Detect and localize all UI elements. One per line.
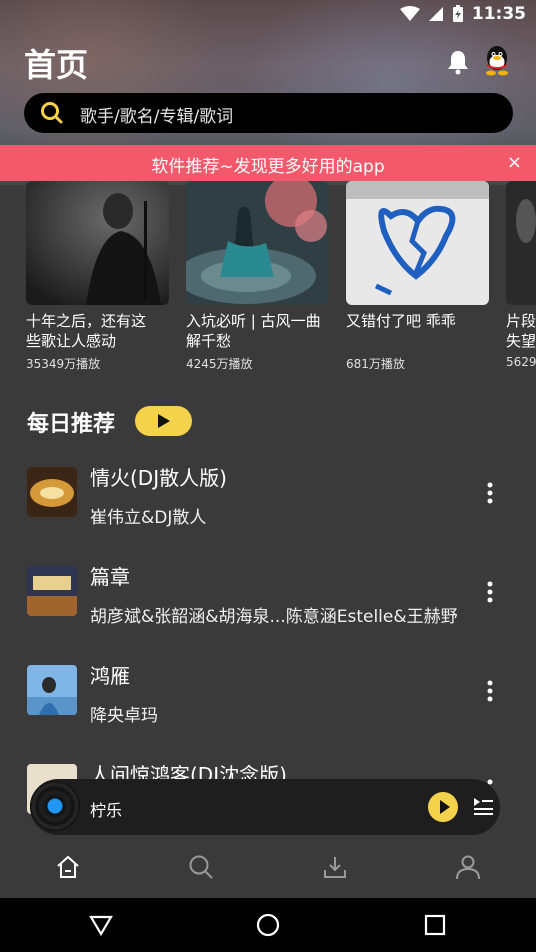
song-artist: 降央卓玛 <box>90 706 158 726</box>
playlist-card[interactable]: 又错付了吧 乖乖 681万播放 <box>346 181 490 371</box>
playlist-title: 片段 失望 <box>506 312 536 350</box>
bottom-tab-bar <box>0 838 536 898</box>
playlist-cover <box>506 181 536 305</box>
status-bar: 11:35 <box>0 0 536 30</box>
bell-icon[interactable] <box>444 48 472 76</box>
playlist-queue-icon[interactable] <box>472 795 494 817</box>
playlist-plays: 681万播放 <box>346 357 405 371</box>
song-row[interactable]: 鸿雁 降央卓玛 <box>0 664 536 760</box>
playlist-cover <box>346 181 489 305</box>
signal-icon <box>428 7 443 21</box>
playlist-card[interactable]: 片段 失望 5629 <box>506 181 536 369</box>
play-all-button[interactable] <box>135 406 192 436</box>
song-artist: 崔伟立&DJ散人 <box>90 508 207 528</box>
search-bar[interactable]: 歌手/歌名/专辑/歌词 <box>24 93 513 133</box>
download-icon[interactable] <box>322 854 348 880</box>
song-name: 篇章 <box>90 565 130 589</box>
search-icon <box>41 102 63 124</box>
daily-section-title: 每日推荐 <box>27 412 116 437</box>
qq-avatar-icon[interactable] <box>482 44 512 76</box>
play-icon <box>440 800 450 814</box>
home-button-icon[interactable] <box>255 912 281 938</box>
play-icon <box>158 414 170 428</box>
song-artist: 胡彦斌&张韶涵&胡海泉...陈意涵Estelle&王赫野 <box>90 607 458 627</box>
playlist-plays: 4245万播放 <box>186 357 253 371</box>
profile-icon[interactable] <box>455 854 481 880</box>
song-cover <box>27 566 77 616</box>
vinyl-disc-icon <box>30 781 80 831</box>
song-cover <box>27 665 77 715</box>
play-button[interactable] <box>428 792 458 822</box>
close-icon[interactable]: × <box>507 152 522 173</box>
banner-text: 软件推荐~发现更多好用的app <box>151 157 385 177</box>
more-options-icon[interactable] <box>482 680 498 702</box>
playlist-cover <box>26 181 169 305</box>
wifi-icon <box>399 6 420 21</box>
player-title: 柠乐 <box>90 801 123 820</box>
playlist-title: 入坑必听 | 古风一曲 解千愁 <box>186 312 321 350</box>
song-name: 情火(DJ散人版) <box>90 466 227 490</box>
playlist-plays: 5629 <box>506 355 536 369</box>
more-options-icon[interactable] <box>482 482 498 504</box>
playlist-title: 又错付了吧 乖乖 <box>346 312 456 330</box>
song-name: 鸿雁 <box>90 664 130 688</box>
mini-player[interactable]: 柠乐 <box>30 779 500 835</box>
battery-icon <box>452 5 463 22</box>
song-row[interactable]: 情火(DJ散人版) 崔伟立&DJ散人 <box>0 466 536 562</box>
song-row[interactable]: 篇章 胡彦斌&张韶涵&胡海泉...陈意涵Estelle&王赫野 <box>0 565 536 661</box>
search-icon[interactable] <box>188 854 214 880</box>
back-icon[interactable] <box>88 912 114 938</box>
song-cover <box>27 467 77 517</box>
promo-banner[interactable]: 软件推荐~发现更多好用的app × <box>0 145 536 181</box>
playlist-cover <box>186 181 329 305</box>
recents-icon[interactable] <box>422 912 448 938</box>
playlist-plays: 35349万播放 <box>26 357 101 371</box>
playlist-card[interactable]: 入坑必听 | 古风一曲 解千愁 4245万播放 <box>186 181 330 371</box>
playlist-title: 十年之后，还有这 些歌让人感动 <box>26 312 147 350</box>
status-time: 11:35 <box>471 4 526 24</box>
home-icon[interactable] <box>55 854 81 880</box>
playlist-card[interactable]: 十年之后，还有这 些歌让人感动 35349万播放 <box>26 181 170 371</box>
more-options-icon[interactable] <box>482 581 498 603</box>
page-title: 首页 <box>24 46 89 84</box>
search-placeholder: 歌手/歌名/专辑/歌词 <box>80 107 234 127</box>
playlist-carousel[interactable]: 十年之后，还有这 些歌让人感动 35349万播放 入坑必听 | 古风一曲 解千愁… <box>0 181 536 381</box>
system-nav-bar <box>0 898 536 952</box>
